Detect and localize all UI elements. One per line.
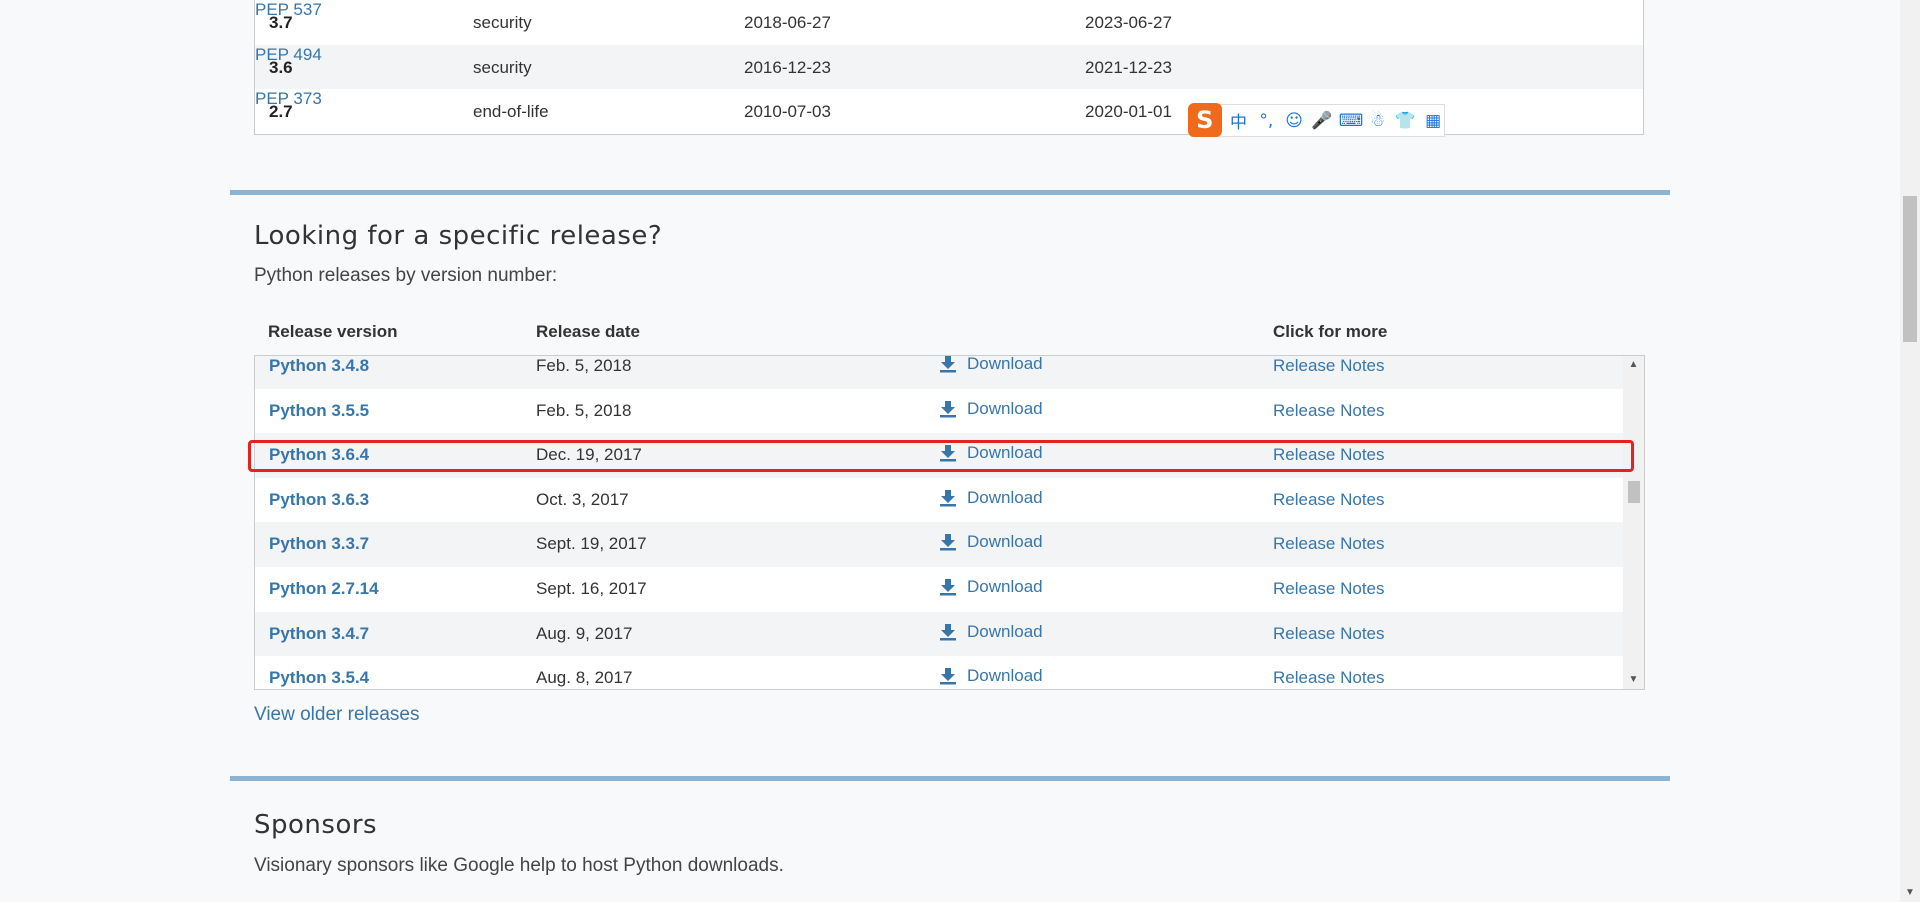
download-label: Download	[967, 532, 1043, 552]
release-row: Python 3.6.3 Oct. 3, 2017 Download Relea…	[255, 478, 1623, 523]
microphone-icon[interactable]: 🎤	[1311, 111, 1333, 131]
release-date: Oct. 3, 2017	[536, 489, 629, 509]
chinese-mode-icon[interactable]: 中	[1228, 108, 1250, 133]
download-link[interactable]: Download	[939, 532, 1043, 552]
release-version-link[interactable]: Python 3.4.8	[269, 356, 369, 376]
status-end-of-support: 2020-01-01	[1085, 102, 1172, 121]
view-older-releases-link[interactable]: View older releases	[254, 704, 419, 726]
release-list-scrollbar[interactable]: ▲ ▼	[1623, 356, 1644, 689]
release-date: Feb. 5, 2018	[536, 400, 632, 420]
release-date: Aug. 9, 2017	[536, 623, 633, 643]
scroll-down-arrow-icon[interactable]: ▼	[1623, 671, 1644, 689]
skin-shirt-icon[interactable]: 👕	[1394, 111, 1416, 131]
release-row: Python 3.5.4 Aug. 8, 2017 Download Relea…	[255, 656, 1623, 689]
release-notes-link[interactable]: Release Notes	[1273, 624, 1385, 644]
release-version-link[interactable]: Python 3.6.3	[269, 490, 369, 510]
release-version-link[interactable]: Python 2.7.14	[269, 579, 379, 599]
release-row: Python 3.5.5 Feb. 5, 2018 Download Relea…	[255, 389, 1623, 434]
release-row: Python 3.4.7 Aug. 9, 2017 Download Relea…	[255, 611, 1623, 657]
page-content: 3.7 security 2018-06-27 2023-06-27 PEP 5…	[0, 0, 1920, 902]
status-version: 3.7	[269, 13, 293, 32]
status-version: 3.6	[269, 58, 293, 77]
header-release-version: Release version	[268, 322, 398, 341]
download-label: Download	[967, 621, 1043, 641]
release-row: Python 3.4.8 Feb. 5, 2018 Download Relea…	[255, 355, 1623, 389]
status-first-release: 2018-06-27	[744, 13, 831, 32]
release-version-link[interactable]: Python 3.5.4	[269, 668, 369, 688]
status-row: 3.7 security 2018-06-27 2023-06-27 PEP 5…	[255, 0, 1643, 44]
download-icon	[940, 400, 956, 418]
release-notes-link[interactable]: Release Notes	[1273, 356, 1385, 376]
status-first-release: 2010-07-03	[744, 102, 831, 121]
release-notes-link[interactable]: Release Notes	[1273, 579, 1385, 599]
status-end-of-support: 2021-12-23	[1085, 58, 1172, 77]
status-maintenance: security	[473, 58, 532, 77]
page-scroll-down-arrow-icon[interactable]: ▼	[1900, 884, 1920, 902]
release-version-link[interactable]: Python 3.3.7	[269, 534, 369, 554]
page-scrollbar[interactable]: ▼	[1900, 0, 1920, 902]
download-icon	[940, 623, 956, 641]
release-date: Aug. 8, 2017	[536, 668, 633, 688]
release-notes-link[interactable]: Release Notes	[1273, 668, 1385, 688]
keyboard-icon[interactable]: ⌨	[1339, 111, 1364, 131]
punctuation-icon[interactable]: °,	[1255, 111, 1277, 131]
release-notes-link[interactable]: Release Notes	[1273, 490, 1385, 510]
status-maintenance: security	[473, 13, 532, 32]
emoji-icon[interactable]: ☺	[1283, 111, 1305, 131]
release-row: Python 2.7.14 Sept. 16, 2017 Download Re…	[255, 567, 1623, 612]
download-label: Download	[967, 398, 1043, 418]
sogou-logo-icon[interactable]: S	[1188, 102, 1222, 137]
header-release-date: Release date	[536, 322, 640, 341]
status-end-of-support: 2023-06-27	[1085, 13, 1172, 32]
release-version-link[interactable]: Python 3.5.5	[269, 401, 369, 421]
user-icon[interactable]: ☃	[1367, 111, 1389, 131]
section-divider	[230, 776, 1670, 781]
sponsors-title: Sponsors	[254, 810, 378, 840]
download-link[interactable]: Download	[939, 399, 1043, 419]
download-icon	[940, 534, 956, 551]
section-divider	[230, 190, 1670, 195]
download-label: Download	[967, 576, 1043, 596]
status-maintenance: end-of-life	[473, 102, 549, 121]
download-label: Download	[967, 666, 1043, 686]
download-link[interactable]: Download	[939, 488, 1043, 508]
status-version: 2.7	[269, 102, 293, 121]
release-list-scroll-thumb[interactable]	[1628, 481, 1640, 503]
release-notes-link[interactable]: Release Notes	[1273, 534, 1385, 554]
download-icon	[940, 489, 956, 507]
release-version-link[interactable]: Python 3.4.7	[269, 624, 369, 644]
download-link[interactable]: Download	[939, 666, 1043, 686]
highlight-annotation	[248, 440, 1634, 472]
header-click-for-more: Click for more	[1273, 322, 1388, 341]
release-list-header: Release version Release date Click for m…	[254, 322, 1644, 352]
download-link[interactable]: Download	[939, 577, 1043, 597]
download-icon	[940, 578, 956, 596]
download-link[interactable]: Download	[939, 622, 1043, 642]
page-scroll-thumb[interactable]	[1903, 196, 1917, 342]
release-date: Feb. 5, 2018	[536, 356, 632, 375]
download-icon	[940, 668, 956, 685]
status-row: 3.6 security 2016-12-23 2021-12-23 PEP 4…	[255, 45, 1643, 89]
release-notes-link[interactable]: Release Notes	[1273, 401, 1385, 421]
download-icon	[940, 356, 956, 373]
release-list-rows: Python 3.4.8 Feb. 5, 2018 Download Relea…	[255, 355, 1623, 689]
status-first-release: 2016-12-23	[744, 58, 831, 77]
sponsors-subtitle: Visionary sponsors like Google help to h…	[254, 855, 784, 876]
toolbox-grid-icon[interactable]: ▦	[1422, 111, 1444, 131]
download-label: Download	[967, 487, 1043, 507]
release-date: Sept. 16, 2017	[536, 578, 647, 598]
download-label: Download	[967, 355, 1043, 373]
releases-subtitle: Python releases by version number:	[254, 265, 558, 286]
ime-toolbar[interactable]: S 中 °, ☺ 🎤 ⌨ ☃ 👕 ▦	[1188, 102, 1445, 137]
releases-title: Looking for a specific release?	[254, 221, 663, 251]
scroll-up-arrow-icon[interactable]: ▲	[1623, 356, 1644, 374]
release-row: Python 3.3.7 Sept. 19, 2017 Download Rel…	[255, 522, 1623, 567]
download-link[interactable]: Download	[939, 355, 1043, 374]
release-list[interactable]: Python 3.4.8 Feb. 5, 2018 Download Relea…	[254, 355, 1645, 690]
release-date: Sept. 19, 2017	[536, 534, 647, 554]
